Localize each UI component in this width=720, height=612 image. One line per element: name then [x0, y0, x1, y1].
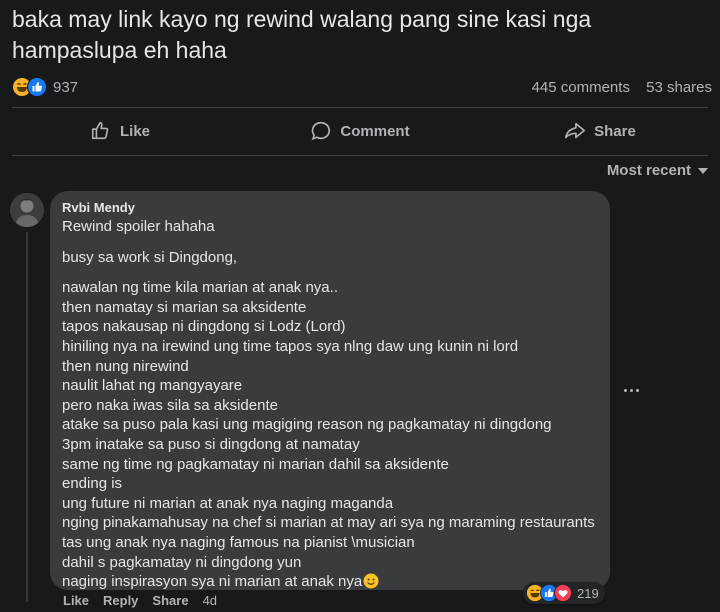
comment-line-text: naging inspirasyon sya ni marian at anak…: [62, 573, 363, 591]
reactions-summary[interactable]: 937: [12, 77, 78, 97]
comment-line: pero naka iwas sila sa aksidente: [62, 396, 278, 414]
reaction-icons: [12, 77, 47, 97]
comment-line: 3pm inatake sa puso si dingdong at namat…: [62, 435, 360, 453]
divider-bottom: [12, 155, 708, 156]
thumbs-up-icon: [91, 121, 109, 140]
smiling-face-emoji-icon: [363, 573, 379, 589]
more-dots-icon: [635, 388, 639, 392]
comment-reactions[interactable]: 219: [523, 582, 605, 604]
commenter-avatar[interactable]: [10, 193, 44, 227]
avatar-photo-icon: [10, 193, 44, 227]
more-dots-icon: [623, 388, 627, 392]
like-icon: [27, 77, 47, 97]
comment-reaction-icons: [526, 584, 572, 602]
comment-line: ending is: [62, 475, 123, 493]
share-button[interactable]: Share: [480, 120, 720, 142]
comment-line: tapos nakausap ni dingdong si Lodz (Lord…: [62, 318, 346, 336]
comment-line: nging pinakamahusay na chef si marian at…: [62, 514, 595, 532]
comment-line: same ng time ng pagkamatay ni marian dah…: [62, 455, 449, 473]
comment-line: atake sa puso pala kasi ung magiging rea…: [62, 416, 552, 434]
post-action-bar: Like Comment Share: [0, 114, 720, 148]
share-arrow-icon: [565, 122, 586, 139]
comments-count[interactable]: 445 comments: [532, 79, 630, 96]
reaction-count: 937: [53, 78, 79, 96]
comment-button-label: Comment: [340, 122, 410, 140]
like-button-label: Like: [119, 122, 150, 140]
comment-line: then namatay si marian sa aksidente: [62, 298, 307, 316]
comment-options-button[interactable]: [620, 383, 642, 397]
comment-bubble-icon: [311, 121, 331, 141]
sort-label: Most recent: [606, 162, 691, 179]
comment-body: Rewind spoiler hahaha busy sa work si Di…: [62, 217, 598, 592]
comment-line: ung future ni marian at anak nya naging …: [62, 494, 394, 512]
love-icon: [554, 584, 572, 602]
comment-line: nawalan ng time kila marian at anak nya.…: [62, 279, 338, 297]
post-text: baka may link kayo ng rewind walang pang…: [12, 6, 592, 63]
comment-line-last: naging inspirasyon sya ni marian at anak…: [62, 572, 598, 592]
like-button[interactable]: Like: [0, 120, 240, 142]
more-dots-icon: [629, 388, 633, 392]
comment-reply-link[interactable]: Reply: [103, 593, 138, 608]
comment-line: naulit lahat ng mangyayare: [62, 377, 243, 395]
comment-line: Rewind spoiler hahaha: [62, 218, 215, 235]
comment-line: then nung nirewind: [62, 357, 189, 375]
caret-down-icon: [698, 167, 708, 174]
shares-count[interactable]: 53 shares: [646, 79, 712, 96]
post-stats: 937 445 comments 53 shares: [12, 76, 712, 98]
comment-line: tas ung anak nya naging famous na pianis…: [62, 533, 415, 551]
comment-line: dahil s pagkamatay ni dingdong yun: [62, 553, 302, 571]
share-button-label: Share: [594, 122, 636, 140]
comment-line: hiniling nya na irewind ung time tapos s…: [62, 337, 519, 355]
comment-share-link[interactable]: Share: [152, 593, 188, 608]
comment-timestamp[interactable]: 4d: [203, 593, 217, 608]
comment-button[interactable]: Comment: [240, 120, 480, 142]
comment-like-link[interactable]: Like: [63, 593, 89, 608]
engagement-counts: 445 comments 53 shares: [520, 79, 712, 96]
divider-top: [12, 107, 708, 108]
comment-bubble: Rvbi Mendy Rewind spoiler hahaha busy sa…: [50, 191, 610, 590]
thread-line: [26, 232, 28, 602]
comment-reaction-count: 219: [577, 585, 599, 601]
comment-author[interactable]: Rvbi Mendy: [62, 200, 598, 216]
comment-actions: Like Reply Share 4d: [63, 593, 231, 608]
comment-line: busy sa work si Dingdong,: [62, 248, 238, 266]
sort-dropdown[interactable]: Most recent: [607, 162, 708, 179]
